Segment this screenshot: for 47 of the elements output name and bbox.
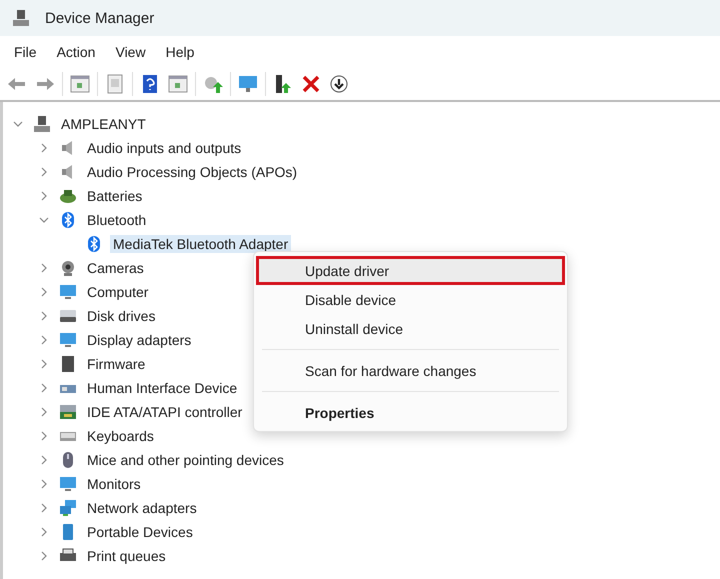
tree-item[interactable]: MediaTek Bluetooth Adapter — [110, 235, 292, 253]
tree-item[interactable]: Audio Processing Objects (APOs) — [84, 163, 300, 181]
menu-item[interactable]: Properties — [256, 398, 565, 427]
computer-icon — [33, 115, 51, 133]
menu-item[interactable]: Action — [48, 41, 104, 63]
webcam-icon — [59, 259, 77, 277]
tree-item[interactable]: Portable Devices — [84, 523, 196, 541]
window-panel-icon[interactable] — [69, 73, 91, 95]
menu-item[interactable]: Scan for hardware changes — [256, 356, 565, 385]
menu-item[interactable]: View — [107, 41, 154, 63]
bluetooth-icon — [59, 211, 77, 229]
close-icon[interactable] — [300, 73, 322, 95]
tree-item[interactable]: AMPLEANYT — [58, 115, 149, 133]
menu-item[interactable]: Help — [158, 41, 202, 63]
monitor-icon — [59, 475, 77, 493]
network-icon — [59, 499, 77, 517]
window-title: Device Manager — [45, 10, 154, 26]
tree-item[interactable]: Human Interface Device — [84, 379, 240, 397]
menu-item[interactable]: Update driver — [256, 256, 565, 285]
bluetooth-icon — [85, 235, 103, 253]
tree-item[interactable]: Monitors — [84, 475, 144, 493]
tree-item[interactable]: Mice and other pointing devices — [84, 451, 287, 469]
download-icon[interactable] — [328, 73, 350, 95]
tree-item[interactable]: Cameras — [84, 259, 147, 277]
menu-item[interactable]: Uninstall device — [256, 314, 565, 343]
menu-item[interactable]: File — [6, 41, 45, 63]
menu-item[interactable]: Disable device — [256, 285, 565, 314]
tree-item[interactable]: Batteries — [84, 187, 146, 205]
monitor-icon — [59, 331, 77, 349]
tree-item[interactable]: Display adapters — [84, 331, 194, 349]
tree-item[interactable]: Network adapters — [84, 499, 200, 517]
tree-item[interactable]: Keyboards — [84, 427, 157, 445]
computer-icon — [12, 9, 30, 27]
tree-item[interactable]: Firmware — [84, 355, 148, 373]
tree-item[interactable]: IDE ATA/ATAPI controller — [84, 403, 246, 421]
monitor-icon — [59, 283, 77, 301]
disk-drive-icon — [59, 307, 77, 325]
tree-item[interactable]: Bluetooth — [84, 211, 150, 229]
tree-item[interactable]: Print queues — [84, 547, 169, 565]
battery-icon — [59, 187, 77, 205]
chip-icon — [59, 355, 77, 373]
window-panel-icon[interactable] — [167, 73, 189, 95]
tree-item[interactable]: Audio inputs and outputs — [84, 139, 244, 157]
tree-item[interactable]: Computer — [84, 283, 152, 301]
circuit-board-icon — [59, 403, 77, 421]
monitor-icon[interactable] — [237, 73, 259, 95]
tree-item[interactable]: Disk drives — [84, 307, 158, 325]
